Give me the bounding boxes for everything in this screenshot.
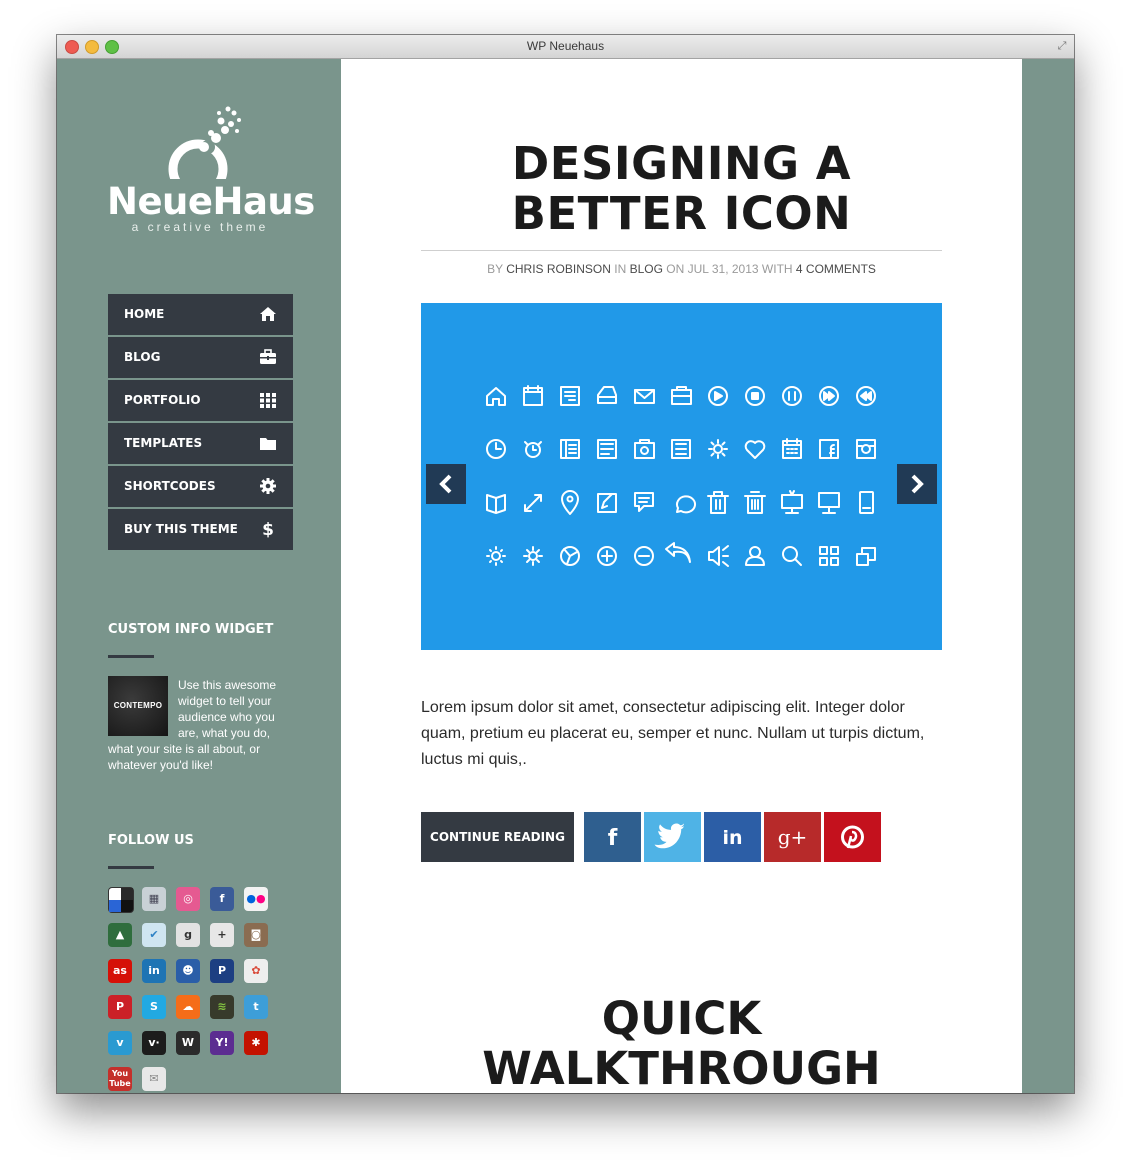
linkedin-share-button[interactable]: in bbox=[704, 812, 761, 862]
instagram-icon[interactable]: ◙ bbox=[244, 923, 268, 947]
post-title[interactable]: DESIGNING A BETTER ICON bbox=[421, 139, 942, 239]
chevron-left-icon bbox=[439, 474, 452, 494]
facebook-share-button[interactable]: f bbox=[584, 812, 641, 862]
slider-next-button[interactable] bbox=[897, 464, 937, 504]
svg-text:$: $ bbox=[262, 520, 274, 538]
title-divider bbox=[421, 250, 942, 251]
svg-text:f: f bbox=[608, 826, 618, 851]
svg-text:g+: g+ bbox=[778, 825, 808, 849]
google-icon[interactable]: g bbox=[176, 923, 200, 947]
right-margin-band bbox=[1022, 59, 1074, 1093]
pinterest-share-button[interactable] bbox=[824, 812, 881, 862]
grid-icon bbox=[260, 393, 276, 408]
picasa-icon[interactable]: ✿ bbox=[244, 959, 268, 983]
nav-item-label: HOME bbox=[124, 307, 165, 321]
linkedin-icon: in bbox=[722, 827, 742, 849]
nav-item-label: BLOG bbox=[124, 350, 161, 364]
yelp-icon[interactable]: ✱ bbox=[244, 1031, 268, 1055]
facebook-icon[interactable]: f bbox=[210, 887, 234, 911]
follow-widget-rule bbox=[108, 866, 154, 869]
fullscreen-icon[interactable]: ⤢ bbox=[1056, 40, 1068, 52]
slider-prev-button[interactable] bbox=[426, 464, 466, 504]
chevron-right-icon bbox=[911, 474, 924, 494]
myspace-icon[interactable]: ☻ bbox=[176, 959, 200, 983]
folder-icon bbox=[260, 438, 276, 450]
spotify-icon[interactable]: ≋ bbox=[210, 995, 234, 1019]
soundcloud-icon[interactable]: ☁ bbox=[176, 995, 200, 1019]
paypal-icon[interactable]: P bbox=[210, 959, 234, 983]
icon-set-image bbox=[486, 385, 876, 567]
lastfm-icon[interactable]: as bbox=[108, 959, 132, 983]
youtube-icon[interactable]: You Tube bbox=[108, 1067, 132, 1091]
main-content: DESIGNING A BETTER ICON BY CHRIS ROBINSO… bbox=[341, 59, 1022, 1093]
info-widget-image: CONTEMPO bbox=[108, 676, 168, 736]
digg-icon[interactable]: ▦ bbox=[142, 887, 166, 911]
twitter-bird-icon bbox=[654, 823, 684, 849]
meta-in: IN bbox=[614, 262, 627, 276]
title-bar: WP Neuehaus ⤢ bbox=[57, 35, 1074, 59]
forrst-icon[interactable]: ▲ bbox=[108, 923, 132, 947]
nav-item-shortcodes[interactable]: SHORTCODES bbox=[108, 466, 293, 509]
info-widget-rule bbox=[108, 655, 154, 658]
google-plus-icon: g+ bbox=[778, 825, 808, 849]
info-widget-title: CUSTOM INFO WIDGET bbox=[108, 622, 274, 637]
logo-mark-icon bbox=[168, 106, 241, 179]
comments-link[interactable]: 4 COMMENTS bbox=[796, 262, 876, 276]
continue-reading-button[interactable]: CONTINUE READING bbox=[421, 812, 574, 862]
site-tagline: a creative theme bbox=[131, 220, 269, 234]
category-link[interactable]: BLOG bbox=[630, 262, 663, 276]
featured-image-slider[interactable] bbox=[421, 303, 942, 650]
nav-item-label: SHORTCODES bbox=[124, 479, 216, 493]
nav-item-templates[interactable]: TEMPLATES bbox=[108, 423, 293, 466]
post-excerpt: Lorem ipsum dolor sit amet, consectetur … bbox=[421, 699, 925, 768]
linkedin-icon[interactable]: in bbox=[142, 959, 166, 983]
meta-date: ON JUL 31, 2013 WITH bbox=[666, 262, 793, 276]
nav-item-label: PORTFOLIO bbox=[124, 393, 201, 407]
main-navigation: HOME BLOG PORTFOLIO TEMPLATES SHORTCODES… bbox=[108, 294, 293, 552]
twitter-icon[interactable]: t bbox=[244, 995, 268, 1019]
pinterest-icon[interactable]: P bbox=[108, 995, 132, 1019]
foursquare-icon[interactable]: ✔ bbox=[142, 923, 166, 947]
gear-icon bbox=[260, 478, 276, 494]
sidebar: NeueHaus a creative theme HOME BLOG PORT… bbox=[57, 59, 341, 1093]
briefcase-icon bbox=[260, 349, 276, 364]
dollar-icon: $ bbox=[262, 520, 274, 538]
follow-widget-title: FOLLOW US bbox=[108, 833, 194, 848]
delicious-icon[interactable] bbox=[108, 887, 134, 913]
google-plus-icon[interactable]: + bbox=[210, 923, 234, 947]
site-name: NeueHaus bbox=[107, 180, 315, 223]
site-logo[interactable]: NeueHaus a creative theme bbox=[107, 89, 315, 239]
nav-item-label: BUY THIS THEME bbox=[124, 522, 238, 536]
facebook-icon: f bbox=[608, 826, 618, 851]
email-icon[interactable]: ✉ bbox=[142, 1067, 166, 1091]
vimeo-icon[interactable]: v bbox=[108, 1031, 132, 1055]
skype-icon[interactable]: S bbox=[142, 995, 166, 1019]
author-link[interactable]: CHRIS ROBINSON bbox=[506, 262, 611, 276]
nav-item-buy-this-theme[interactable]: BUY THIS THEME $ bbox=[108, 509, 293, 552]
nav-item-label: TEMPLATES bbox=[124, 436, 203, 450]
post-meta: BY CHRIS ROBINSON IN BLOG ON JUL 31, 201… bbox=[421, 262, 942, 276]
nav-item-blog[interactable]: BLOG bbox=[108, 337, 293, 380]
dribbble-icon[interactable]: ◎ bbox=[176, 887, 200, 911]
yahoo-icon[interactable]: Y! bbox=[210, 1031, 234, 1055]
google-plus-share-button[interactable]: g+ bbox=[764, 812, 821, 862]
meta-by: BY bbox=[487, 262, 503, 276]
browser-window: WP Neuehaus ⤢ NeueHaus a creative theme … bbox=[57, 35, 1074, 1093]
home-icon bbox=[260, 307, 276, 321]
flickr-icon[interactable]: ●● bbox=[244, 887, 268, 911]
wordpress-icon[interactable]: W bbox=[176, 1031, 200, 1055]
vine-icon[interactable]: v· bbox=[142, 1031, 166, 1055]
nav-item-portfolio[interactable]: PORTFOLIO bbox=[108, 380, 293, 423]
next-post-title[interactable]: QUICK WALKTHROUGH bbox=[421, 994, 942, 1094]
twitter-share-button[interactable] bbox=[644, 812, 701, 862]
pinterest-icon bbox=[841, 825, 864, 849]
svg-text:in: in bbox=[722, 827, 742, 849]
window-title: WP Neuehaus bbox=[526, 39, 605, 53]
nav-item-home[interactable]: HOME bbox=[108, 294, 293, 337]
